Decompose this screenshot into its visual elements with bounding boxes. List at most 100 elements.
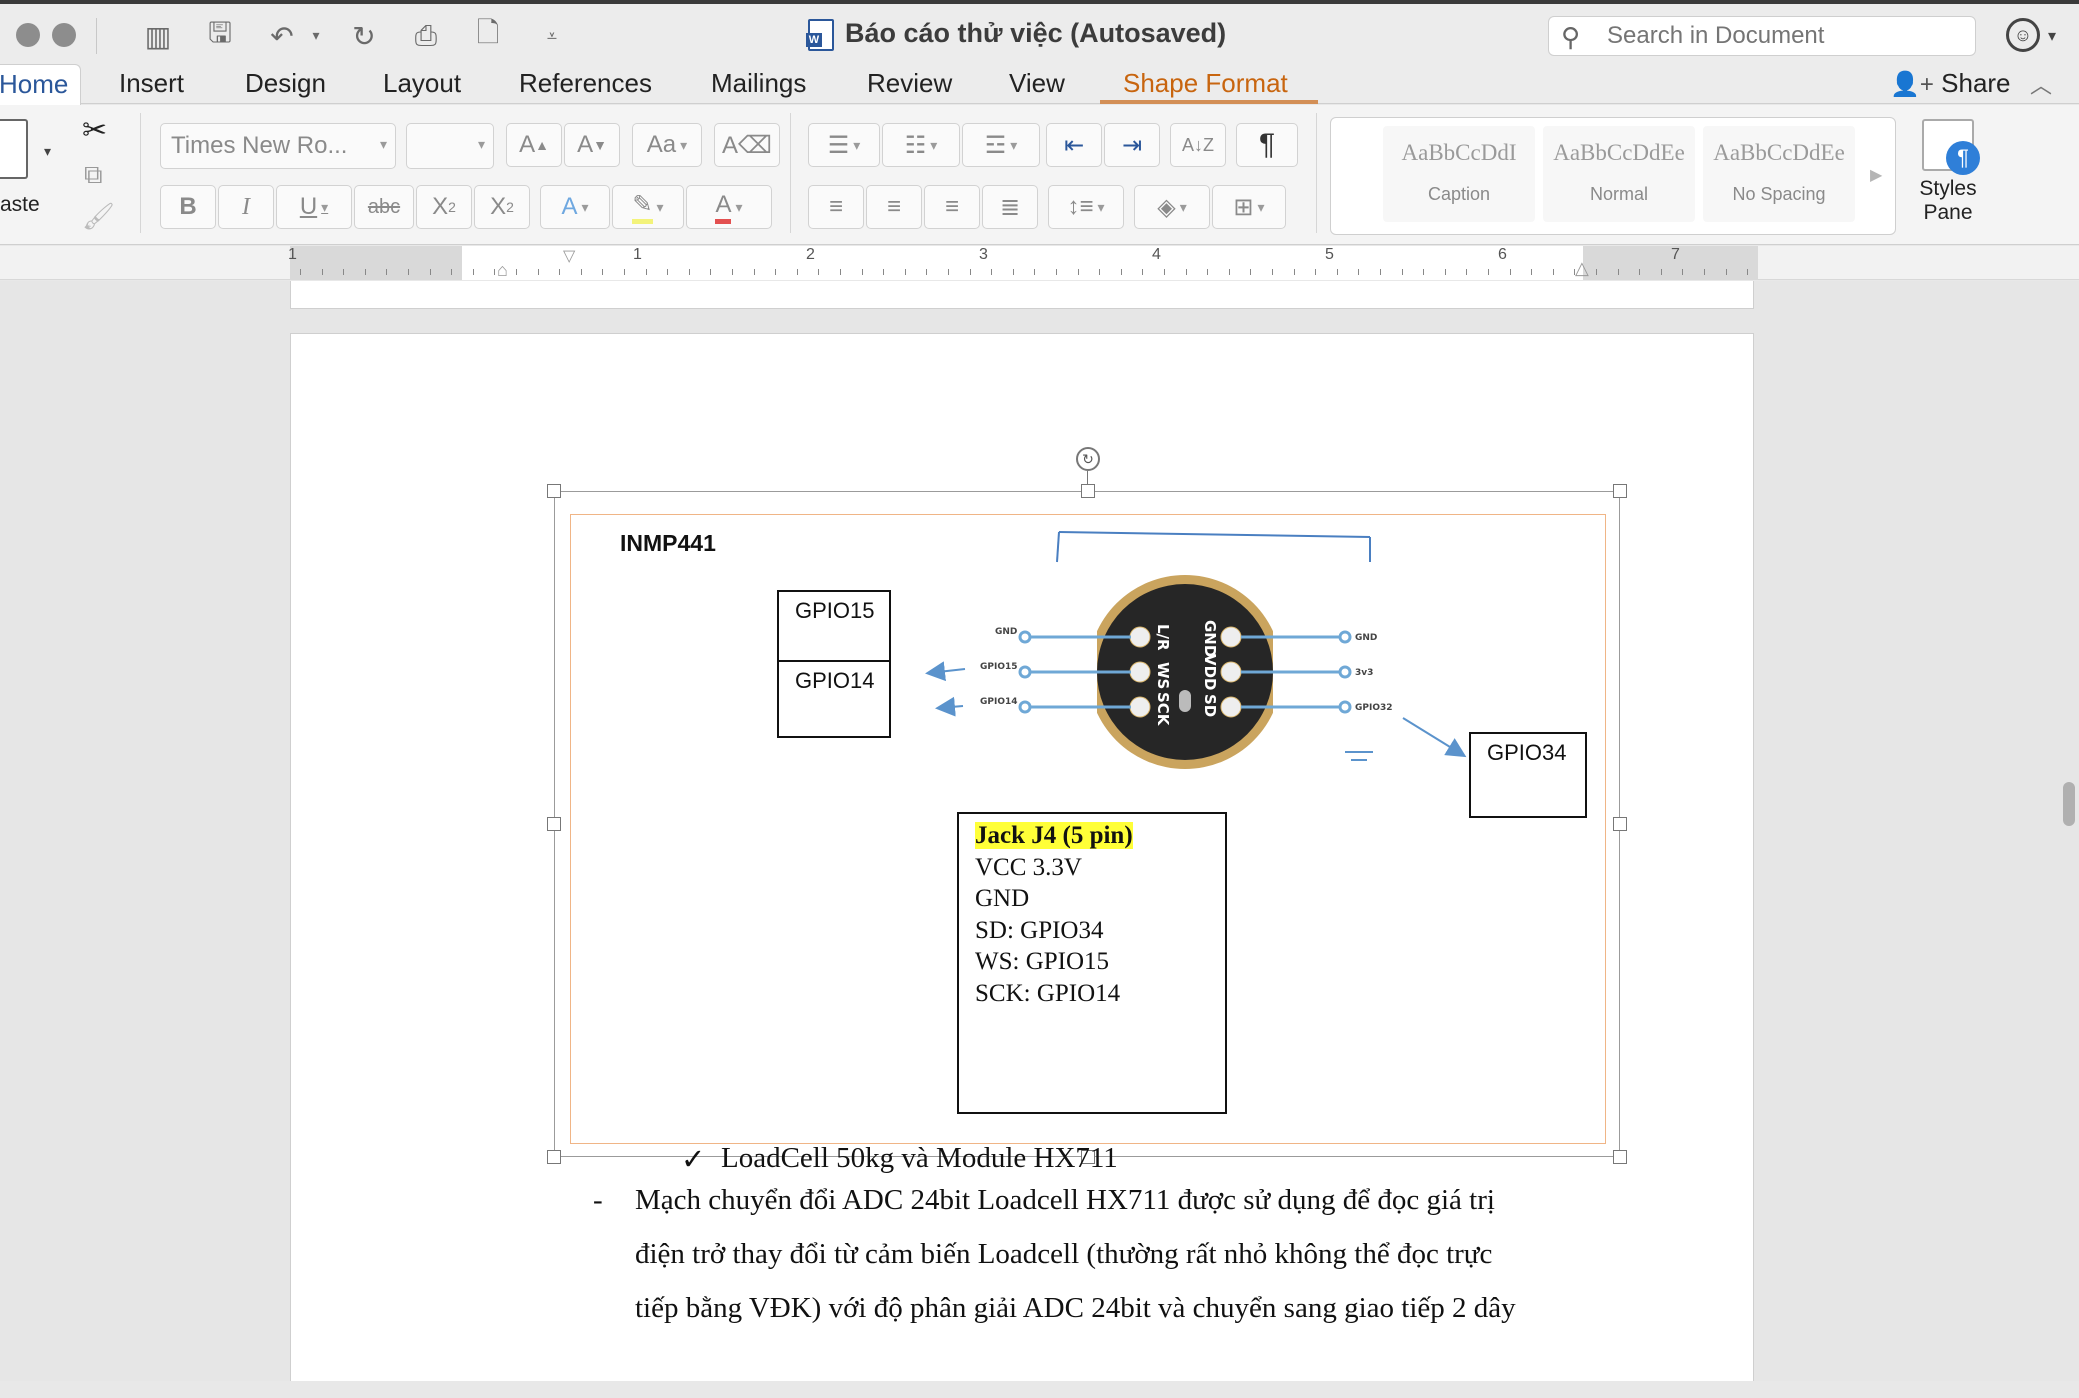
- search-box[interactable]: ⚲: [1548, 16, 1976, 56]
- bullets-icon[interactable]: ☰ ▾: [808, 123, 880, 167]
- font-size-dropdown[interactable]: ▾: [406, 123, 494, 169]
- style-name: Caption: [1427, 184, 1491, 204]
- subscript-icon[interactable]: X2: [416, 185, 472, 229]
- redo-icon[interactable]: ↻: [344, 16, 384, 56]
- tab-review[interactable]: Review: [867, 64, 952, 104]
- tab-layout[interactable]: Layout: [383, 64, 461, 104]
- shrink-font-icon[interactable]: A ▼: [564, 123, 620, 167]
- highlight-icon[interactable]: ✎ ▾: [612, 185, 684, 229]
- ruler-tick: [645, 269, 647, 275]
- jack-line: SCK: GPIO14: [975, 979, 1121, 1007]
- feedback-dropdown-icon[interactable]: ▾: [2048, 26, 2056, 46]
- italic-icon[interactable]: I: [218, 185, 274, 229]
- shading-icon[interactable]: ◈ ▾: [1134, 185, 1210, 229]
- gpio14-box[interactable]: GPIO14: [777, 660, 891, 738]
- align-right-icon[interactable]: ≡: [924, 185, 980, 229]
- ruler-tick: [494, 269, 496, 275]
- first-line-indent-marker[interactable]: ▽: [563, 246, 575, 266]
- show-formatting-marks-icon[interactable]: ¶: [1236, 123, 1298, 167]
- ruler-tick: [732, 269, 733, 275]
- close-window-button[interactable]: [16, 23, 40, 47]
- undo-dropdown-icon[interactable]: ▾: [296, 16, 336, 56]
- tab-insert[interactable]: Insert: [119, 64, 184, 104]
- chevron-down-icon: ▾: [477, 136, 485, 152]
- ruler-tick: [1012, 269, 1014, 275]
- paste-icon[interactable]: [0, 119, 28, 179]
- ribbon-divider: [790, 113, 791, 233]
- superscript-icon[interactable]: X2: [474, 185, 530, 229]
- customize-toolbar-icon[interactable]: ⩡: [532, 16, 572, 56]
- vertical-scrollbar-thumb[interactable]: [2063, 782, 2075, 826]
- cut-icon[interactable]: ✂: [82, 113, 107, 148]
- new-document-icon[interactable]: 🗋: [468, 16, 508, 56]
- pin-label: GND: [995, 627, 1017, 637]
- strikethrough-icon[interactable]: abc: [354, 185, 414, 229]
- tab-references[interactable]: References: [519, 64, 652, 104]
- gallery-next-icon[interactable]: ▶: [1870, 165, 1882, 185]
- rotate-icon[interactable]: ↻: [1076, 447, 1100, 471]
- format-painter-icon[interactable]: 🖌: [82, 201, 115, 232]
- chip-label: L/R: [1154, 624, 1172, 651]
- tab-shape-format[interactable]: Shape Format: [1123, 64, 1288, 104]
- feedback-smiley-icon[interactable]: ☺: [2006, 18, 2040, 52]
- style-normal[interactable]: AaBbCcDdEe Normal: [1543, 126, 1695, 222]
- numbering-icon[interactable]: ☷ ▾: [882, 123, 960, 167]
- tab-view[interactable]: View: [1009, 64, 1065, 104]
- selected-drawing-frame[interactable]: ↻ INMP441 L/R WS SCK GND VDD SD GND GPIO…: [547, 447, 1627, 1164]
- horizontal-ruler[interactable]: 1 1 2 3 4 5 6 7 ▽ ⌂ △: [0, 246, 2079, 280]
- bold-icon[interactable]: B: [160, 185, 216, 229]
- line-spacing-icon[interactable]: ↕≡ ▾: [1048, 185, 1124, 229]
- minimize-window-button[interactable]: [52, 23, 76, 47]
- tab-home[interactable]: Home: [0, 64, 82, 105]
- document-page[interactable]: ↻ INMP441 L/R WS SCK GND VDD SD GND GPIO…: [290, 333, 1754, 1381]
- align-center-icon[interactable]: ≡: [866, 185, 922, 229]
- right-indent-marker[interactable]: △: [1575, 258, 1589, 279]
- multilevel-list-icon[interactable]: ☲ ▾: [962, 123, 1040, 167]
- clear-formatting-icon[interactable]: A⌫: [714, 123, 780, 167]
- ruler-tick: [1552, 269, 1554, 275]
- styles-pane-button[interactable]: ¶ Styles Pane: [1908, 119, 1988, 225]
- style-no-spacing[interactable]: AaBbCcDdEe No Spacing: [1703, 126, 1855, 222]
- justify-icon[interactable]: ≣: [982, 185, 1038, 229]
- ruler-tick: [710, 269, 712, 275]
- style-caption[interactable]: AaBbCcDdI Caption: [1383, 126, 1535, 222]
- copy-icon[interactable]: ⧉: [84, 159, 103, 191]
- section-heading: LoadCell 50kg và Module HX711: [721, 1142, 1118, 1174]
- grow-font-icon[interactable]: A ▲: [506, 123, 562, 167]
- align-left-icon[interactable]: ≡: [808, 185, 864, 229]
- increase-indent-icon[interactable]: ⇥: [1104, 123, 1160, 167]
- gpio14-label: GPIO14: [795, 668, 875, 693]
- sort-icon[interactable]: A↓Z: [1170, 123, 1226, 167]
- sidebar-toggle-icon[interactable]: ▥: [138, 16, 178, 56]
- change-case-icon[interactable]: Aa ▾: [632, 123, 702, 167]
- chevron-down-icon: ▾: [379, 136, 387, 152]
- underline-icon[interactable]: U ▾: [276, 185, 352, 229]
- pin-label: 3v3: [1355, 668, 1373, 678]
- tab-mailings[interactable]: Mailings: [711, 64, 806, 104]
- tab-design[interactable]: Design: [245, 64, 326, 104]
- print-icon[interactable]: ⎙: [406, 16, 446, 56]
- paste-dropdown-icon[interactable]: ▾: [44, 143, 51, 160]
- decrease-indent-icon[interactable]: ⇤: [1046, 123, 1102, 167]
- jack-j4-textbox[interactable]: Jack J4 (5 pin) VCC 3.3V GND SD: GPIO34 …: [957, 812, 1227, 1114]
- ruler-tick: [1099, 269, 1101, 275]
- text-effects-icon[interactable]: A ▾: [540, 185, 610, 229]
- ruler-tick: [559, 269, 561, 275]
- search-input[interactable]: [1607, 21, 1967, 51]
- hanging-indent-marker[interactable]: ⌂: [497, 260, 508, 281]
- style-sample: AaBbCcDdEe: [1553, 140, 1685, 165]
- gpio15-box[interactable]: GPIO15: [777, 590, 891, 662]
- save-icon[interactable]: 🖫: [200, 16, 240, 56]
- collapse-ribbon-icon[interactable]: ︿: [2030, 68, 2052, 100]
- gpio34-box[interactable]: GPIO34: [1469, 732, 1587, 818]
- document-canvas[interactable]: ↻ INMP441 L/R WS SCK GND VDD SD GND GPIO…: [0, 281, 2079, 1381]
- document-title: Báo cáo thử việc (Autosaved): [845, 18, 1227, 48]
- ruler-tick: [1250, 269, 1252, 275]
- font-name-dropdown[interactable]: Times New Ro... ▾: [160, 123, 396, 169]
- ruler-tick: [580, 269, 582, 275]
- ribbon-divider: [1316, 113, 1317, 233]
- borders-icon[interactable]: ⊞ ▾: [1212, 185, 1286, 229]
- share-button[interactable]: 👤+ Share: [1890, 64, 2011, 104]
- ruler-tick: [688, 269, 690, 275]
- font-color-icon[interactable]: A ▾: [686, 185, 772, 229]
